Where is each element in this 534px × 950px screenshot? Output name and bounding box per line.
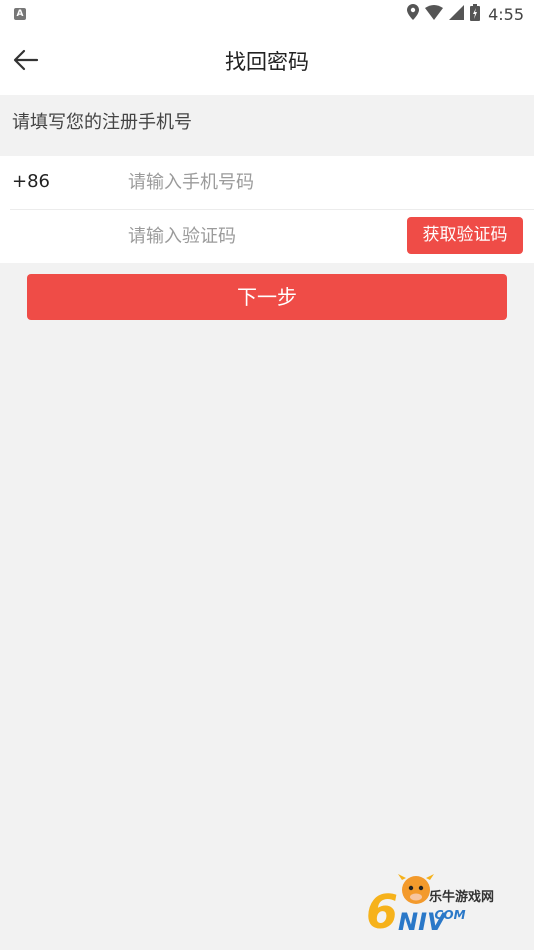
status-time: 4:55 (488, 4, 524, 24)
svg-text:6: 6 (366, 885, 398, 938)
recovery-form: +86 获取验证码 (0, 156, 534, 263)
app-notification-icon: A (14, 8, 26, 20)
status-icons: 4:55 (407, 3, 524, 25)
watermark-name: 乐牛游戏网 (429, 890, 495, 905)
location-icon (407, 4, 420, 24)
watermark-domain: .COM (430, 908, 466, 922)
phone-row: +86 (0, 156, 534, 209)
country-code-selector[interactable]: +86 (12, 169, 50, 195)
get-code-button[interactable]: 获取验证码 (407, 217, 523, 254)
wifi-icon (425, 4, 444, 24)
status-bar: A 4:55 (0, 0, 534, 28)
phone-hint-label: 请填写您的注册手机号 (12, 112, 192, 133)
next-step-button[interactable]: 下一步 (27, 274, 507, 320)
signal-icon (449, 4, 465, 24)
phone-input[interactable] (128, 166, 508, 198)
page-title: 找回密码 (225, 50, 309, 74)
battery-icon (470, 3, 481, 25)
verification-code-input[interactable] (128, 220, 388, 252)
verification-code-row: 获取验证码 (0, 210, 534, 263)
app-bar: 找回密码 (0, 28, 534, 95)
watermark-mascot-icon: 6 NIV (366, 874, 448, 939)
watermark-logo: 6 NIV 乐牛游戏网 .COM (366, 872, 526, 939)
